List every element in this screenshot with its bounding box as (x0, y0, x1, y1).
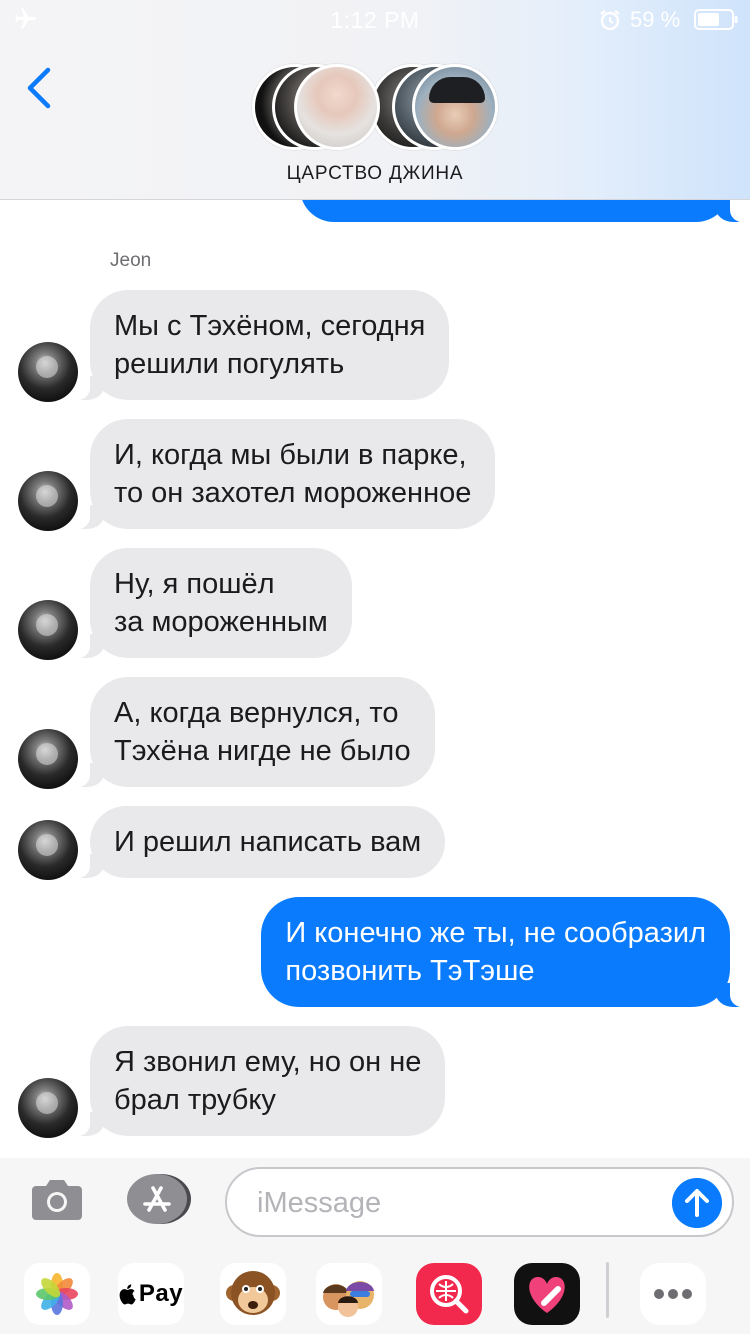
memoji-icon (323, 1281, 374, 1317)
photos-icon (36, 1273, 78, 1315)
animoji-app-button[interactable] (220, 1263, 286, 1325)
sender-avatar[interactable] (18, 471, 78, 531)
sender-avatar[interactable] (18, 820, 78, 880)
search-web-icon (430, 1275, 469, 1314)
heart-sticker-icon (529, 1277, 565, 1313)
app-store-icon[interactable] (127, 1174, 191, 1224)
battery-icon (694, 9, 738, 30)
app-drawer: Pay (0, 1254, 750, 1334)
sender-avatar[interactable] (18, 1078, 78, 1138)
participant-avatar (412, 64, 498, 150)
message-input-field[interactable] (225, 1167, 734, 1237)
group-avatars[interactable] (252, 64, 502, 150)
web-images-button[interactable] (416, 1263, 482, 1325)
sender-avatar[interactable] (18, 600, 78, 660)
group-name[interactable]: ЦАРСТВО ДЖИНА (0, 163, 750, 185)
apple-logo-icon (119, 1284, 136, 1305)
battery-percent: 59 % (630, 7, 681, 32)
apple-pay-button[interactable]: Pay (118, 1263, 184, 1325)
monkey-memoji-icon (226, 1271, 280, 1315)
send-button[interactable] (672, 1178, 722, 1228)
back-button[interactable] (18, 62, 62, 114)
sender-avatar[interactable] (18, 729, 78, 789)
photos-app-button[interactable] (24, 1263, 90, 1325)
sender-avatar[interactable] (18, 342, 78, 402)
message-bubble-incoming[interactable]: И, когда мы были в парке, то он захотел … (67, 419, 496, 529)
digital-touch-button[interactable] (514, 1263, 580, 1325)
message-bubble-incoming[interactable]: Ну, я пошёл за мороженным (68, 548, 352, 658)
camera-icon[interactable] (30, 1176, 84, 1222)
sender-name: Jeon (110, 250, 152, 271)
message-list: Jeon Мы с Тэхёном, сегодня решили погуля… (0, 0, 750, 1334)
message-bubble-incoming[interactable]: Мы с Тэхёном, сегодня решили погулять (67, 290, 450, 400)
status-bar: 1:12 PM 59 % (0, 0, 750, 40)
compose-bar (0, 1158, 750, 1254)
alarm-icon (600, 10, 620, 31)
apple-pay-label: Pay (138, 1280, 184, 1307)
more-apps-button[interactable] (640, 1263, 706, 1325)
message-bubble-outgoing[interactable]: И конечно же ты, не сообразил позвонить … (261, 897, 750, 1007)
participant-avatar (294, 64, 380, 150)
more-icon (654, 1289, 692, 1299)
memoji-stickers-button[interactable] (316, 1263, 382, 1325)
conversation-header: 1:12 PM 59 % ЦАРСТВО ДЖИНА (0, 0, 750, 200)
message-input[interactable] (257, 1181, 657, 1225)
message-bubble-incoming[interactable]: И решил написать вам (67, 806, 446, 878)
drawer-divider (606, 1262, 609, 1318)
message-bubble-incoming[interactable]: Я звонил ему, но он не брал трубку (67, 1026, 446, 1136)
message-bubble-incoming[interactable]: А, когда вернулся, то Тэхёна нигде не бы… (68, 677, 435, 787)
